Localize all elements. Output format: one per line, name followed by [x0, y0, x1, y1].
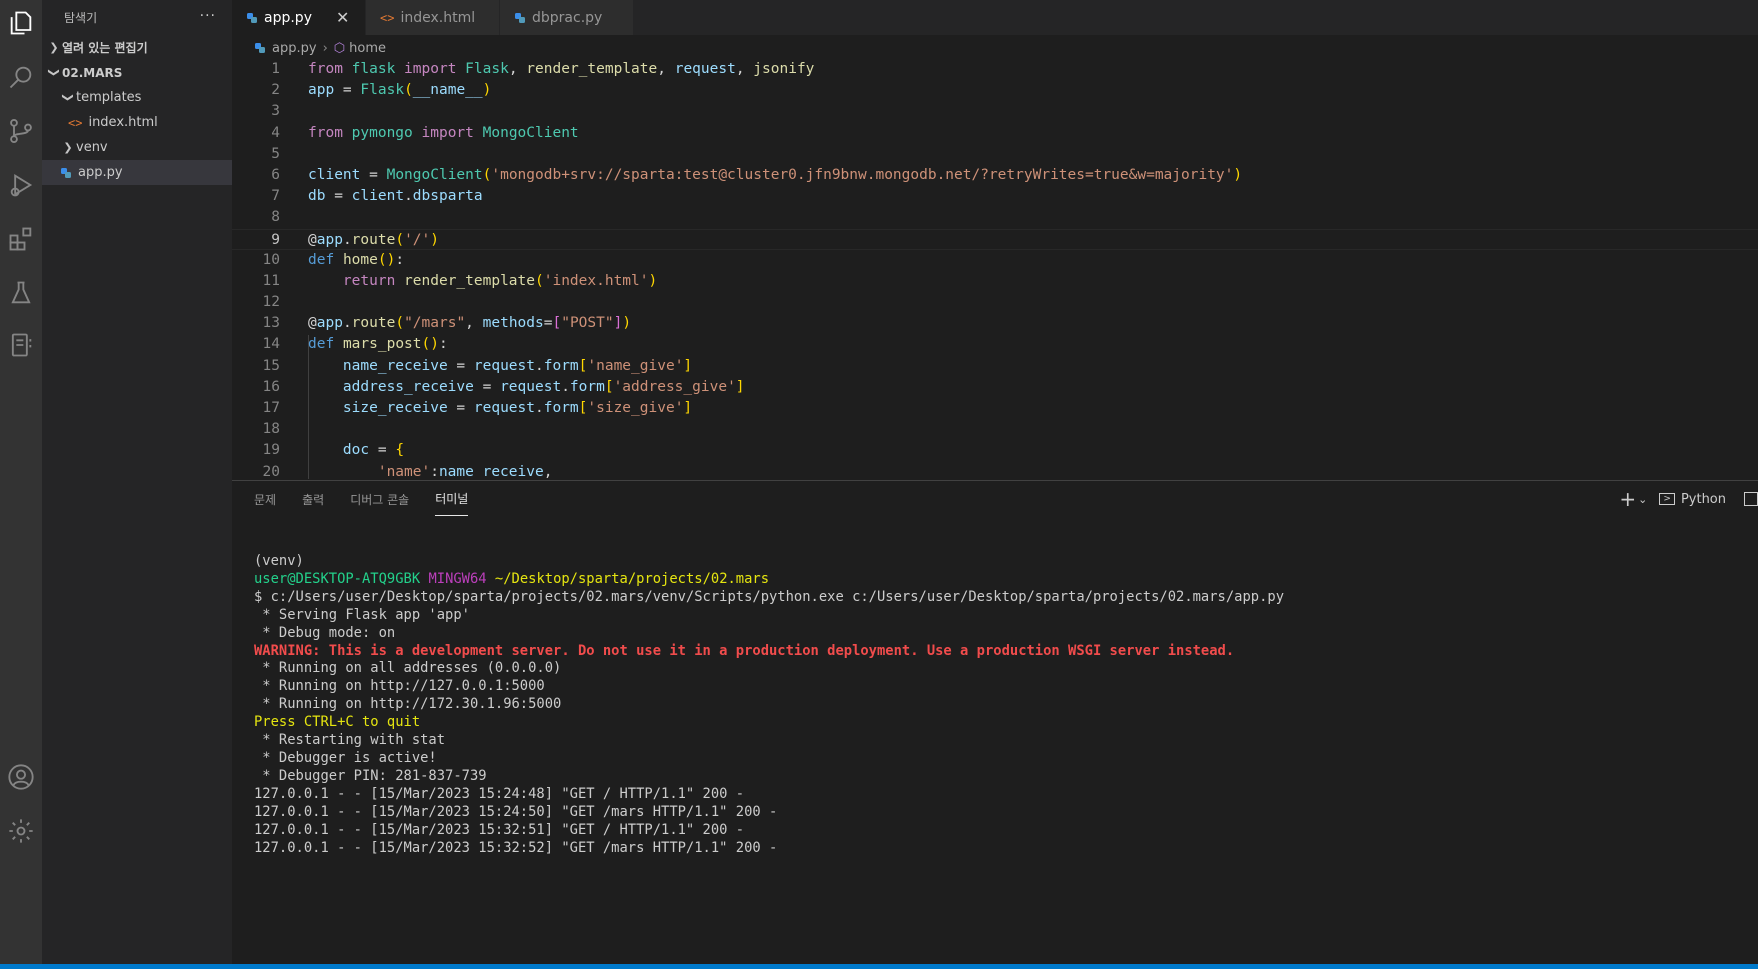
- html-file-icon: <>: [380, 10, 395, 25]
- code-line: 5: [271, 145, 280, 162]
- breadcrumb-symbol[interactable]: home: [349, 41, 386, 56]
- chevron-right-icon: ❯: [49, 41, 59, 54]
- tree-item-index-html[interactable]: <> index.html: [42, 110, 232, 135]
- testing-icon[interactable]: [4, 276, 38, 310]
- tab-output[interactable]: 출력: [302, 483, 324, 516]
- bottom-panel: 문제 출력 디버그 콘솔 터미널 + ⌄ > Python (venv) use…: [232, 480, 1758, 969]
- chevron-down-icon: ❯: [47, 67, 61, 78]
- tree-item-templates[interactable]: ❯ templates: [42, 85, 232, 110]
- terminal-profile-label[interactable]: Python: [1681, 492, 1726, 507]
- notebook-icon[interactable]: [4, 328, 38, 362]
- breadcrumb-file[interactable]: app.py: [272, 41, 317, 56]
- panel-tabs: 문제 출력 디버그 콘솔 터미널: [232, 481, 1758, 517]
- explorer-icon[interactable]: [4, 6, 38, 40]
- folder-section[interactable]: ❯ 02.MARS: [42, 60, 232, 85]
- html-file-icon: <>: [68, 115, 83, 130]
- code-line: 19 doc = {: [262, 442, 405, 459]
- tree-item-label: venv: [76, 140, 108, 155]
- extensions-icon[interactable]: [4, 222, 38, 256]
- breadcrumb: app.py › ⬡ home: [232, 35, 1758, 61]
- code-editor[interactable]: 1 from flask import Flask, render_templat…: [232, 59, 1758, 479]
- source-control-icon[interactable]: [4, 114, 38, 148]
- more-actions-icon[interactable]: ···: [200, 8, 216, 24]
- code-line: 10 def home():: [262, 251, 405, 268]
- tree-item-app-py[interactable]: app.py: [42, 160, 232, 185]
- tab-terminal[interactable]: 터미널: [435, 482, 469, 516]
- code-line: 16 address_receive = request.form['addre…: [262, 378, 745, 395]
- tab-app-py[interactable]: app.py ✕: [232, 0, 366, 35]
- tab-label: index.html: [400, 9, 476, 26]
- code-line: 11 return render_template('index.html'): [262, 272, 658, 289]
- code-line: 4 from pymongo import MongoClient: [271, 124, 579, 141]
- settings-gear-icon[interactable]: [4, 814, 38, 848]
- tab-debug-console[interactable]: 디버그 콘솔: [350, 483, 409, 516]
- code-line: 15 name_receive = request.form['name_giv…: [262, 357, 693, 374]
- code-line: 17 size_receive = request.form['size_giv…: [262, 400, 693, 416]
- code-line: 1 from flask import Flask, render_templat…: [271, 61, 815, 77]
- folder-label: 02.MARS: [62, 65, 123, 80]
- new-terminal-button[interactable]: +: [1619, 487, 1636, 511]
- code-line: 2 app = Flask(__name__): [271, 82, 492, 99]
- code-line: 7 db = client.dbsparta: [271, 188, 483, 205]
- chevron-right-icon: ❯: [63, 141, 73, 154]
- python-file-icon: [255, 43, 265, 53]
- tab-label: dbprac.py: [532, 9, 603, 26]
- tree-item-label: index.html: [88, 115, 158, 130]
- open-editors-section[interactable]: ❯ 열려 있는 편집기: [42, 35, 232, 60]
- tab-label: app.py: [264, 9, 312, 26]
- close-icon[interactable]: ✕: [336, 8, 349, 27]
- code-line-current: 9 @app.route('/'): [232, 228, 1758, 250]
- open-editors-label: 열려 있는 편집기: [62, 41, 148, 55]
- editor-tabs: app.py ✕ <> index.html dbprac.py: [232, 0, 1758, 35]
- tab-index-html[interactable]: <> index.html: [366, 0, 500, 35]
- terminal-output[interactable]: (venv) user@DESKTOP-ATQ9GBK MINGW64 ~/De…: [254, 553, 1284, 857]
- split-terminal-icon[interactable]: [1744, 492, 1758, 506]
- code-line: 8: [271, 209, 280, 226]
- editor-area: app.py ✕ <> index.html dbprac.py app.py …: [232, 0, 1758, 969]
- chevron-right-icon: ›: [322, 40, 328, 56]
- python-file-icon: [247, 12, 257, 23]
- explorer-header: 탐색기 ···: [42, 0, 232, 35]
- chevron-down-icon[interactable]: ⌄: [1638, 493, 1647, 506]
- python-file-icon: [515, 12, 525, 23]
- method-symbol-icon: ⬡: [333, 40, 346, 56]
- python-file-icon: [61, 167, 71, 178]
- code-line: 3: [271, 103, 280, 120]
- code-line: 13 @app.route("/mars", methods=["POST"]): [262, 315, 632, 332]
- tab-dbprac-py[interactable]: dbprac.py: [500, 0, 634, 35]
- chevron-down-icon: ❯: [61, 92, 75, 103]
- code-line: 20 'name':name_receive,: [262, 463, 553, 479]
- status-bar: [0, 964, 1758, 969]
- tree-item-venv[interactable]: ❯ venv: [42, 135, 232, 160]
- terminal-icon: >: [1659, 493, 1675, 505]
- activity-bar: [0, 0, 42, 969]
- account-icon[interactable]: [4, 760, 38, 794]
- code-line: 12: [262, 294, 280, 311]
- explorer-sidebar: 탐색기 ··· ❯ 열려 있는 편집기 ❯ 02.MARS ❯ template…: [42, 0, 232, 969]
- run-debug-icon[interactable]: [4, 168, 38, 202]
- code-line: 18: [262, 421, 280, 438]
- code-line: 6 client = MongoClient('mongodb+srv://spa…: [271, 166, 1243, 183]
- code-line: 14 def mars_post():: [262, 336, 448, 353]
- explorer-title: 탐색기: [64, 11, 98, 25]
- tree-item-label: app.py: [78, 165, 123, 180]
- tab-problems[interactable]: 문제: [254, 483, 276, 516]
- panel-actions: + ⌄ > Python: [1619, 487, 1758, 511]
- search-icon[interactable]: [4, 60, 38, 94]
- tree-item-label: templates: [76, 90, 142, 105]
